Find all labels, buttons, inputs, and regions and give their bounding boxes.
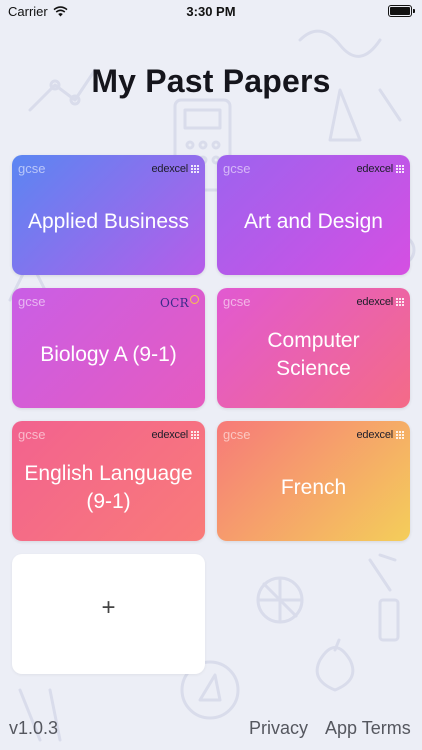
card-level-label: gcse <box>18 294 46 309</box>
plus-icon: + <box>101 594 116 621</box>
edexcel-logo: edexcel <box>151 429 199 441</box>
edexcel-logo: edexcel <box>356 429 404 441</box>
ocr-swirl-icon <box>190 294 199 304</box>
card-subject-title: Computer Science <box>267 329 360 380</box>
card-subject-title: Biology A (9-1) <box>40 343 177 366</box>
card-subject-title: English Language (9-1) <box>24 462 193 513</box>
card-level-label: gcse <box>223 427 251 442</box>
edexcel-grid-icon <box>396 165 404 173</box>
card-level-label: gcse <box>18 427 46 442</box>
board-name: edexcel <box>356 163 393 175</box>
status-bar: Carrier 3:30 PM <box>0 0 422 24</box>
subject-card-computer-science[interactable]: gcse edexcel Computer Science <box>217 288 410 408</box>
card-subject-title: Applied Business <box>27 210 190 233</box>
board-name: edexcel <box>356 429 393 441</box>
card-subject-title: Art and Design <box>244 210 383 233</box>
ocr-logo: OCR <box>160 294 199 310</box>
papers-grid: gcse edexcel Applied Business gcse edexc… <box>12 155 410 674</box>
edexcel-grid-icon <box>191 165 199 173</box>
card-level-label: gcse <box>223 161 251 176</box>
card-level-label: gcse <box>18 161 46 176</box>
subject-card-english-language[interactable]: gcse edexcel English Language (9-1) <box>12 421 205 541</box>
status-time: 3:30 PM <box>186 4 236 19</box>
subject-card-french[interactable]: gcse edexcel French <box>217 421 410 541</box>
edexcel-grid-icon <box>191 431 199 439</box>
page-title: My Past Papers <box>91 63 331 99</box>
board-name: edexcel <box>151 429 188 441</box>
subject-card-biology-a[interactable]: gcse OCR Biology A (9-1) <box>12 288 205 408</box>
app-terms-link[interactable]: App Terms <box>325 718 411 739</box>
board-name: edexcel <box>151 163 188 175</box>
add-subject-button[interactable]: + <box>12 554 205 674</box>
privacy-link[interactable]: Privacy <box>249 718 308 739</box>
board-name: OCR <box>160 296 189 310</box>
card-subject-title: French <box>280 476 347 499</box>
edexcel-logo: edexcel <box>151 163 199 175</box>
version-label: v1.0.3 <box>9 718 59 738</box>
subject-card-art-and-design[interactable]: gcse edexcel Art and Design <box>217 155 410 275</box>
edexcel-grid-icon <box>396 431 404 439</box>
edexcel-logo: edexcel <box>356 296 404 308</box>
card-level-label: gcse <box>223 294 251 309</box>
edexcel-grid-icon <box>396 298 404 306</box>
edexcel-logo: edexcel <box>356 163 404 175</box>
board-name: edexcel <box>356 296 393 308</box>
subject-card-applied-business[interactable]: gcse edexcel Applied Business <box>12 155 205 275</box>
footer: v1.0.3 Privacy App Terms <box>0 718 422 742</box>
battery-icon <box>388 5 415 17</box>
